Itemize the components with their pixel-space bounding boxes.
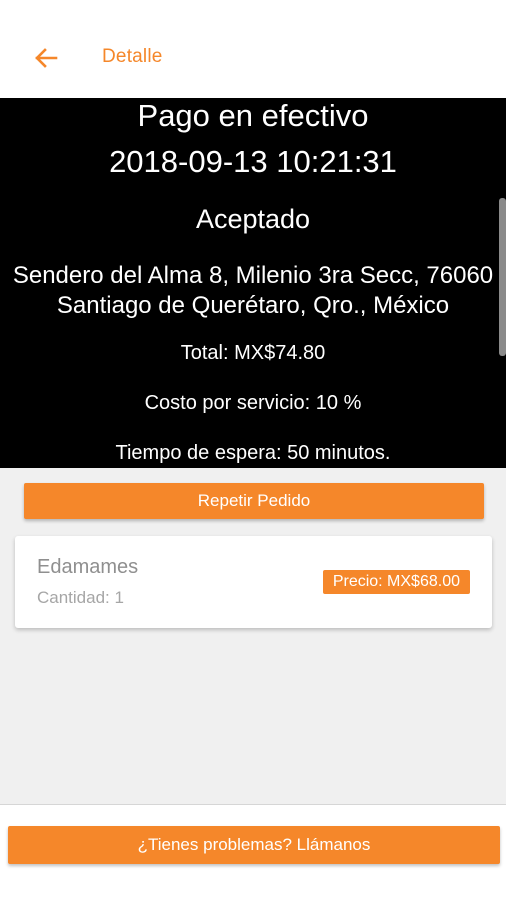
payment-method: Pago en efectivo (137, 98, 369, 133)
service-fee: Costo por servicio: 10 % (144, 392, 362, 414)
order-status: Aceptado (195, 204, 311, 234)
order-summary: Pago en efectivo 2018-09-13 10:21:31 Ace… (0, 98, 506, 468)
back-button[interactable] (24, 38, 68, 78)
order-datetime: 2018-09-13 10:21:31 (109, 144, 397, 179)
footer: ¿Tienes problemas? Llámanos (0, 804, 506, 901)
scrollbar[interactable] (499, 198, 506, 356)
list-item: Edamames Cantidad: 1 Precio: MX$68.00 (15, 536, 492, 628)
order-content: Repetir Pedido Edamames Cantidad: 1 Prec… (0, 468, 506, 804)
repeat-order-button[interactable]: Repetir Pedido (24, 483, 484, 519)
order-total: Total: MX$74.80 (180, 342, 326, 364)
app-bar: Detalle (0, 0, 506, 98)
address-line-2: Santiago de Querétaro, Qro., México (56, 292, 450, 319)
call-help-button[interactable]: ¿Tienes problemas? Llámanos (8, 826, 500, 864)
address-line-1: Sendero del Alma 8, Milenio 3ra Secc, 76… (12, 262, 494, 289)
arrow-left-icon (35, 48, 58, 68)
item-name: Edamames (37, 556, 139, 578)
wait-time: Tiempo de espera: 50 minutos. (115, 442, 391, 464)
item-quantity: Cantidad: 1 (37, 588, 124, 607)
page-title: Detalle (102, 46, 163, 67)
item-price-badge: Precio: MX$68.00 (322, 570, 470, 594)
